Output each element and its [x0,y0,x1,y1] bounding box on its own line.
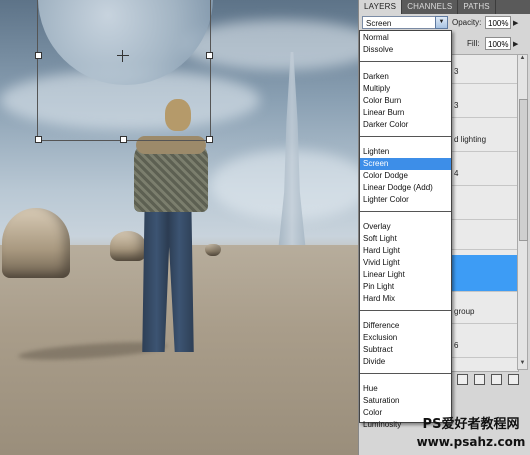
opacity-label: Opacity: [452,18,482,27]
menu-separator [360,136,451,137]
blend-option-linear-light[interactable]: Linear Light [360,269,451,281]
layer-name: 3 [454,101,459,110]
blend-option-normal[interactable]: Normal [360,32,451,44]
adjustment-layer-icon[interactable] [457,373,468,385]
scroll-thumb[interactable] [519,99,528,241]
layer-row[interactable] [450,195,518,220]
fill-label: Fill: [467,39,480,48]
blend-option-soft-light[interactable]: Soft Light [360,233,451,245]
tab-paths[interactable]: PATHS [458,0,496,14]
reference-point-icon[interactable] [117,50,129,62]
blend-mode-value: Screen [366,19,392,28]
tab-channels[interactable]: CHANNELS [402,0,459,14]
tab-layers[interactable]: LAYERS [359,0,403,14]
menu-separator [360,61,451,62]
layer-name: 6 [454,341,459,350]
transform-handle[interactable] [206,136,213,143]
layer-name: 4 [454,169,459,178]
watermark-title: PS爱好者教程网 [422,417,520,432]
fill-field[interactable]: 100% [485,37,511,50]
layer-row[interactable]: 3 [450,93,518,118]
blend-option-hue[interactable]: Hue [360,383,451,395]
watermark-url: www.psahz.com [416,435,526,449]
layer-row[interactable]: group [450,299,518,324]
chevron-down-icon[interactable]: ▼ [435,16,448,29]
scroll-up-icon[interactable]: ▲ [519,55,526,64]
layer-name: 3 [454,67,459,76]
blend-option-subtract[interactable]: Subtract [360,344,451,356]
blend-option-lighten[interactable]: Lighten [360,146,451,158]
blend-option-linear-dodge-add[interactable]: Linear Dodge (Add) [360,182,451,194]
layer-row[interactable]: 4 [450,161,518,186]
dome-pod [2,208,70,278]
layers-scrollbar[interactable]: ▲ ▼ [517,54,528,370]
blend-option-saturation[interactable]: Saturation [360,395,451,407]
watermark: PS爱好者教程网 www.psahz.com [414,416,528,454]
menu-separator [360,310,451,311]
blend-option-color-burn[interactable]: Color Burn [360,95,451,107]
scroll-down-icon[interactable]: ▼ [519,360,526,369]
trash-icon[interactable] [508,373,519,385]
blend-option-hard-mix[interactable]: Hard Mix [360,293,451,305]
layer-row[interactable]: 3 [450,59,518,84]
menu-separator [360,373,451,374]
new-group-icon[interactable] [474,373,485,385]
blend-option-color-dodge[interactable]: Color Dodge [360,170,451,182]
blend-option-linear-burn[interactable]: Linear Burn [360,107,451,119]
blend-option-lighter-color[interactable]: Lighter Color [360,194,451,206]
transform-bounding-box[interactable] [37,0,211,141]
layer-row[interactable] [450,225,518,250]
blend-option-divide[interactable]: Divide [360,356,451,368]
blend-option-pin-light[interactable]: Pin Light [360,281,451,293]
transform-handle[interactable] [35,52,42,59]
blend-option-difference[interactable]: Difference [360,320,451,332]
blend-option-screen[interactable]: Screen [360,158,451,170]
menu-separator [360,211,451,212]
panel-bottom-toolbar [449,372,530,386]
fill-arrow-icon[interactable]: ▶ [513,40,518,48]
layer-name: group [454,307,475,316]
dome-pod [110,231,146,261]
blend-option-dissolve[interactable]: Dissolve [360,44,451,56]
transform-handle[interactable] [206,52,213,59]
blend-option-exclusion[interactable]: Exclusion [360,332,451,344]
layer-row-selected[interactable] [450,255,518,292]
opacity-arrow-icon[interactable]: ▶ [513,19,518,27]
dome-pod [205,244,221,256]
blend-option-multiply[interactable]: Multiply [360,83,451,95]
transform-handle[interactable] [120,136,127,143]
blend-option-darker-color[interactable]: Darker Color [360,119,451,131]
blend-option-vivid-light[interactable]: Vivid Light [360,257,451,269]
layer-row[interactable]: 6 [450,333,518,358]
blend-option-hard-light[interactable]: Hard Light [360,245,451,257]
blend-mode-select[interactable]: Screen ▼ [362,16,448,29]
blend-option-overlay[interactable]: Overlay [360,221,451,233]
opacity-field[interactable]: 100% [485,16,511,29]
layer-name: d lighting [454,135,487,144]
new-layer-icon[interactable] [491,373,502,385]
blend-mode-dropdown: Normal Dissolve Darken Multiply Color Burn Li… [359,30,452,429]
layer-row[interactable]: d lighting [450,127,518,152]
panel-tabs: LAYERS CHANNELS PATHS [359,0,530,14]
transform-handle[interactable] [35,136,42,143]
blend-option-darken[interactable]: Darken [360,71,451,83]
layers-list: 3 3 d lighting 4 group 6 [449,54,519,372]
